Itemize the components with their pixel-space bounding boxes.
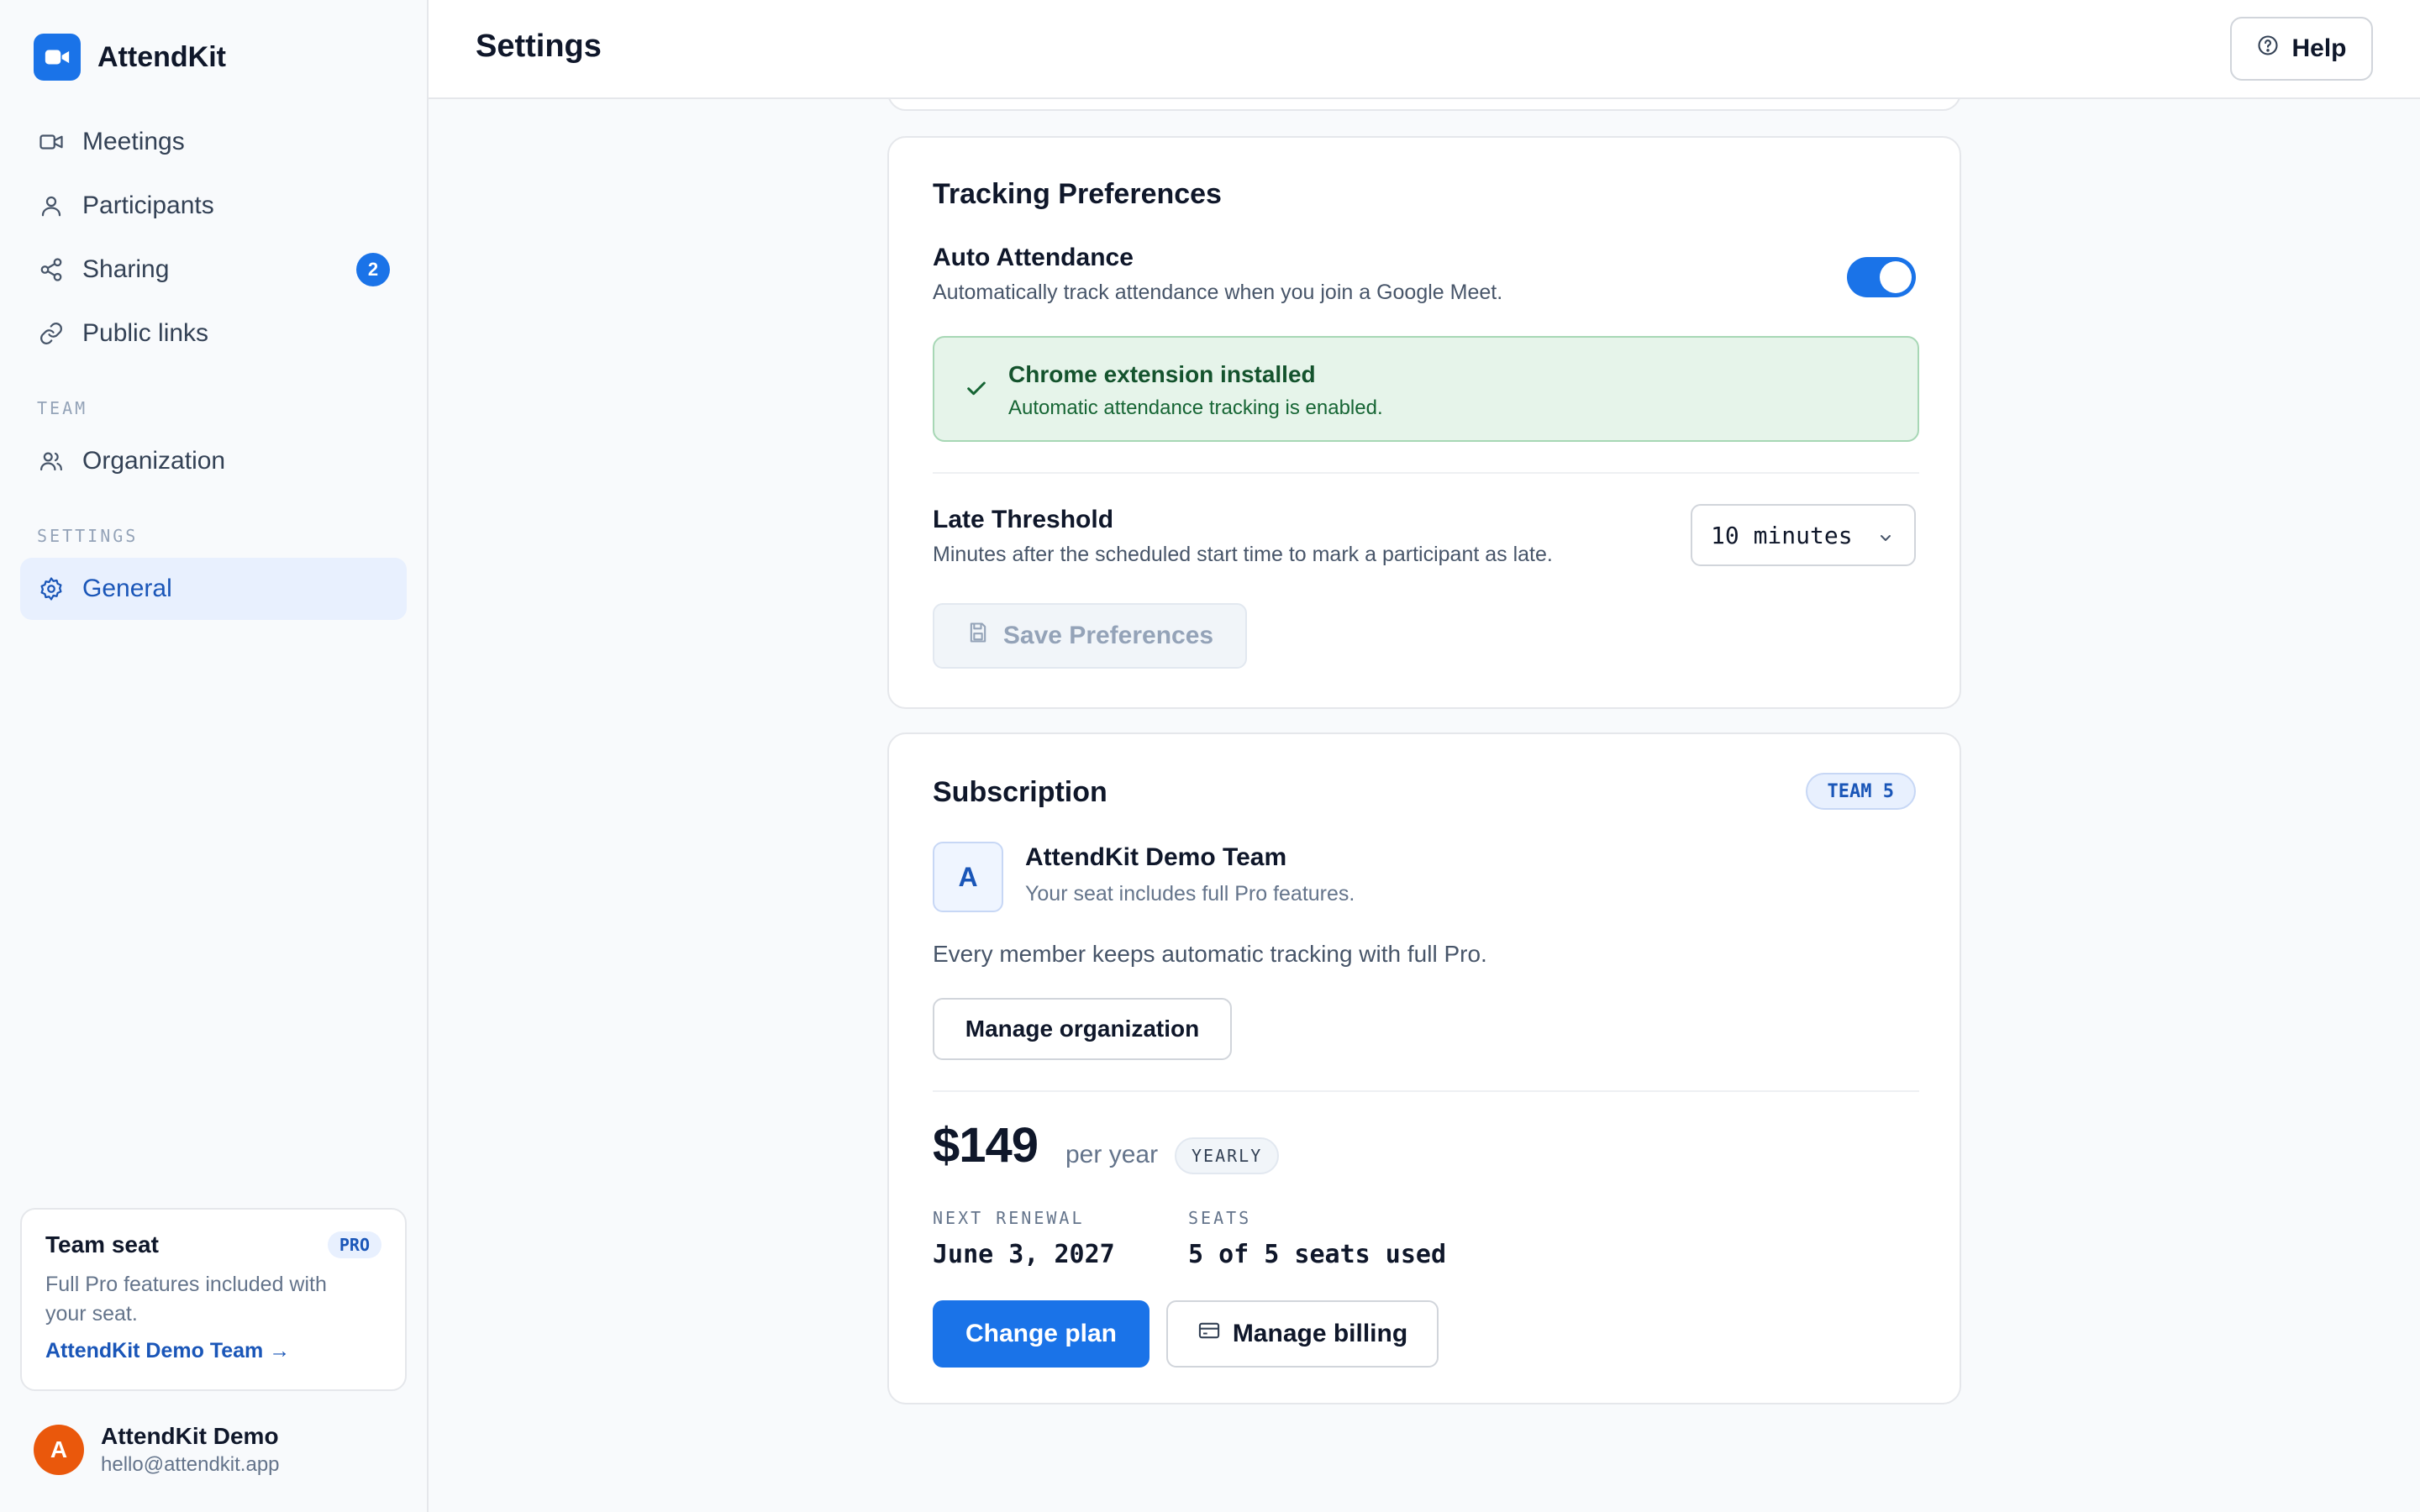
- plan-period: per year: [1065, 1141, 1159, 1168]
- auto-attendance-description: Automatically track attendance when you …: [933, 281, 1503, 304]
- sidebar-item-participants[interactable]: Participants: [20, 175, 407, 237]
- help-button[interactable]: Help: [2230, 17, 2373, 81]
- seat-card-title: Team seat: [45, 1231, 159, 1257]
- sidebar-item-sharing[interactable]: Sharing 2: [20, 239, 407, 301]
- auto-attendance-title: Auto Attendance: [933, 244, 1134, 271]
- sidebar-nav: Meetings Participants Sharing 2 Public l…: [20, 111, 407, 622]
- save-preferences-button[interactable]: Save Preferences: [933, 603, 1247, 669]
- credit-card-icon: [1197, 1319, 1221, 1349]
- auto-attendance-row: Auto Attendance Automatically track atte…: [933, 244, 1502, 305]
- extension-status-title: Chrome extension installed: [1008, 361, 1316, 387]
- renewal-date: June 3, 2027: [933, 1240, 1115, 1269]
- tracking-card-title: Tracking Preferences: [933, 178, 1222, 210]
- avatar: A: [34, 1425, 84, 1475]
- org-avatar: A: [933, 842, 1003, 912]
- team-link[interactable]: AttendKit Demo Team →: [45, 1339, 381, 1363]
- sidebar-item-label: Organization: [82, 447, 226, 475]
- brand[interactable]: AttendKit: [34, 34, 226, 81]
- sidebar-item-label: General: [82, 575, 172, 602]
- late-threshold-title: Late Threshold: [933, 506, 1114, 533]
- sidebar-item-label: Sharing: [82, 255, 170, 283]
- toggle-knob: [1880, 261, 1912, 293]
- change-plan-button[interactable]: Change plan: [933, 1300, 1150, 1368]
- manage-billing-button[interactable]: Manage billing: [1166, 1300, 1439, 1368]
- top-bar: Settings Help: [429, 0, 2420, 99]
- page-title: Settings: [476, 29, 602, 64]
- org-name: AttendKit Demo Team: [1025, 843, 1287, 871]
- sidebar-item-public-links[interactable]: Public links: [20, 302, 407, 365]
- sidebar-section-team: TEAM: [37, 398, 88, 418]
- user-name: AttendKit Demo: [101, 1423, 279, 1449]
- org-description: Your seat includes full Pro features.: [1025, 882, 1355, 906]
- sidebar-item-label: Meetings: [82, 128, 185, 155]
- tracking-preferences-card: Tracking Preferences Auto Attendance Aut…: [887, 136, 1961, 709]
- late-threshold-row: Late Threshold Minutes after the schedul…: [933, 506, 1553, 567]
- sidebar-item-label: Participants: [82, 192, 214, 219]
- help-label: Help: [2291, 34, 2347, 62]
- save-preferences-label: Save Preferences: [1002, 622, 1214, 649]
- divider: [933, 1090, 1919, 1092]
- extension-status-description: Automatic attendance tracking is enabled…: [1008, 396, 1383, 419]
- extension-status-banner: Chrome extension installed Automatic att…: [933, 336, 1919, 442]
- sidebar-item-general[interactable]: General: [20, 558, 407, 620]
- late-threshold-value: 10 minutes: [1711, 521, 1853, 549]
- seats-value: 5 of 5 seats used: [1188, 1240, 1447, 1269]
- gear-icon: [37, 575, 66, 603]
- subscription-card: Subscription TEAM 5 A AttendKit Demo Tea…: [887, 732, 1961, 1404]
- link-icon: [37, 319, 66, 348]
- video-logo-icon: [34, 34, 81, 81]
- team-seat-card: Team seat PRO Full Pro features included…: [20, 1208, 407, 1391]
- divider: [933, 472, 1919, 474]
- save-icon: [966, 621, 990, 651]
- manage-organization-button[interactable]: Manage organization: [933, 998, 1232, 1060]
- seats-label: SEATS: [1188, 1208, 1252, 1228]
- app-root: AttendKit Meetings Participants Sharing: [0, 0, 2420, 1512]
- plan-badge: TEAM 5: [1805, 773, 1916, 810]
- pro-badge: PRO: [327, 1231, 381, 1258]
- subscription-card-title: Subscription: [933, 776, 1107, 808]
- seat-card-description: Full Pro features included with your sea…: [45, 1273, 327, 1326]
- chevron-down-icon: [1876, 526, 1896, 554]
- auto-attendance-toggle[interactable]: [1847, 257, 1916, 297]
- sharing-count-badge: 2: [356, 253, 390, 286]
- sidebar: AttendKit Meetings Participants Sharing: [0, 0, 429, 1512]
- sidebar-item-organization[interactable]: Organization: [20, 430, 407, 492]
- user-icon: [37, 192, 66, 220]
- video-icon: [37, 128, 66, 156]
- late-threshold-description: Minutes after the scheduled start time t…: [933, 543, 1553, 566]
- sidebar-item-label: Public links: [82, 319, 209, 347]
- user-email: hello@attendkit.app: [101, 1453, 280, 1476]
- late-threshold-select[interactable]: 10 minutes: [1691, 504, 1916, 566]
- brand-name: AttendKit: [97, 40, 226, 73]
- main-content: Settings Help Tracking Preferences Auto …: [429, 0, 2420, 1512]
- users-icon: [37, 447, 66, 475]
- user-profile[interactable]: A AttendKit Demo hello@attendkit.app: [34, 1423, 280, 1477]
- sidebar-section-settings: SETTINGS: [37, 526, 139, 546]
- renewal-label: NEXT RENEWAL: [933, 1208, 1085, 1228]
- billing-cycle-badge: YEARLY: [1175, 1137, 1280, 1174]
- check-icon: [963, 375, 990, 406]
- sidebar-item-meetings[interactable]: Meetings: [20, 111, 407, 173]
- plan-price: $149: [933, 1118, 1039, 1173]
- manage-billing-label: Manage billing: [1232, 1320, 1408, 1347]
- help-circle-icon: [2256, 34, 2280, 64]
- member-note: Every member keeps automatic tracking wi…: [933, 941, 1487, 967]
- share-icon: [37, 255, 66, 284]
